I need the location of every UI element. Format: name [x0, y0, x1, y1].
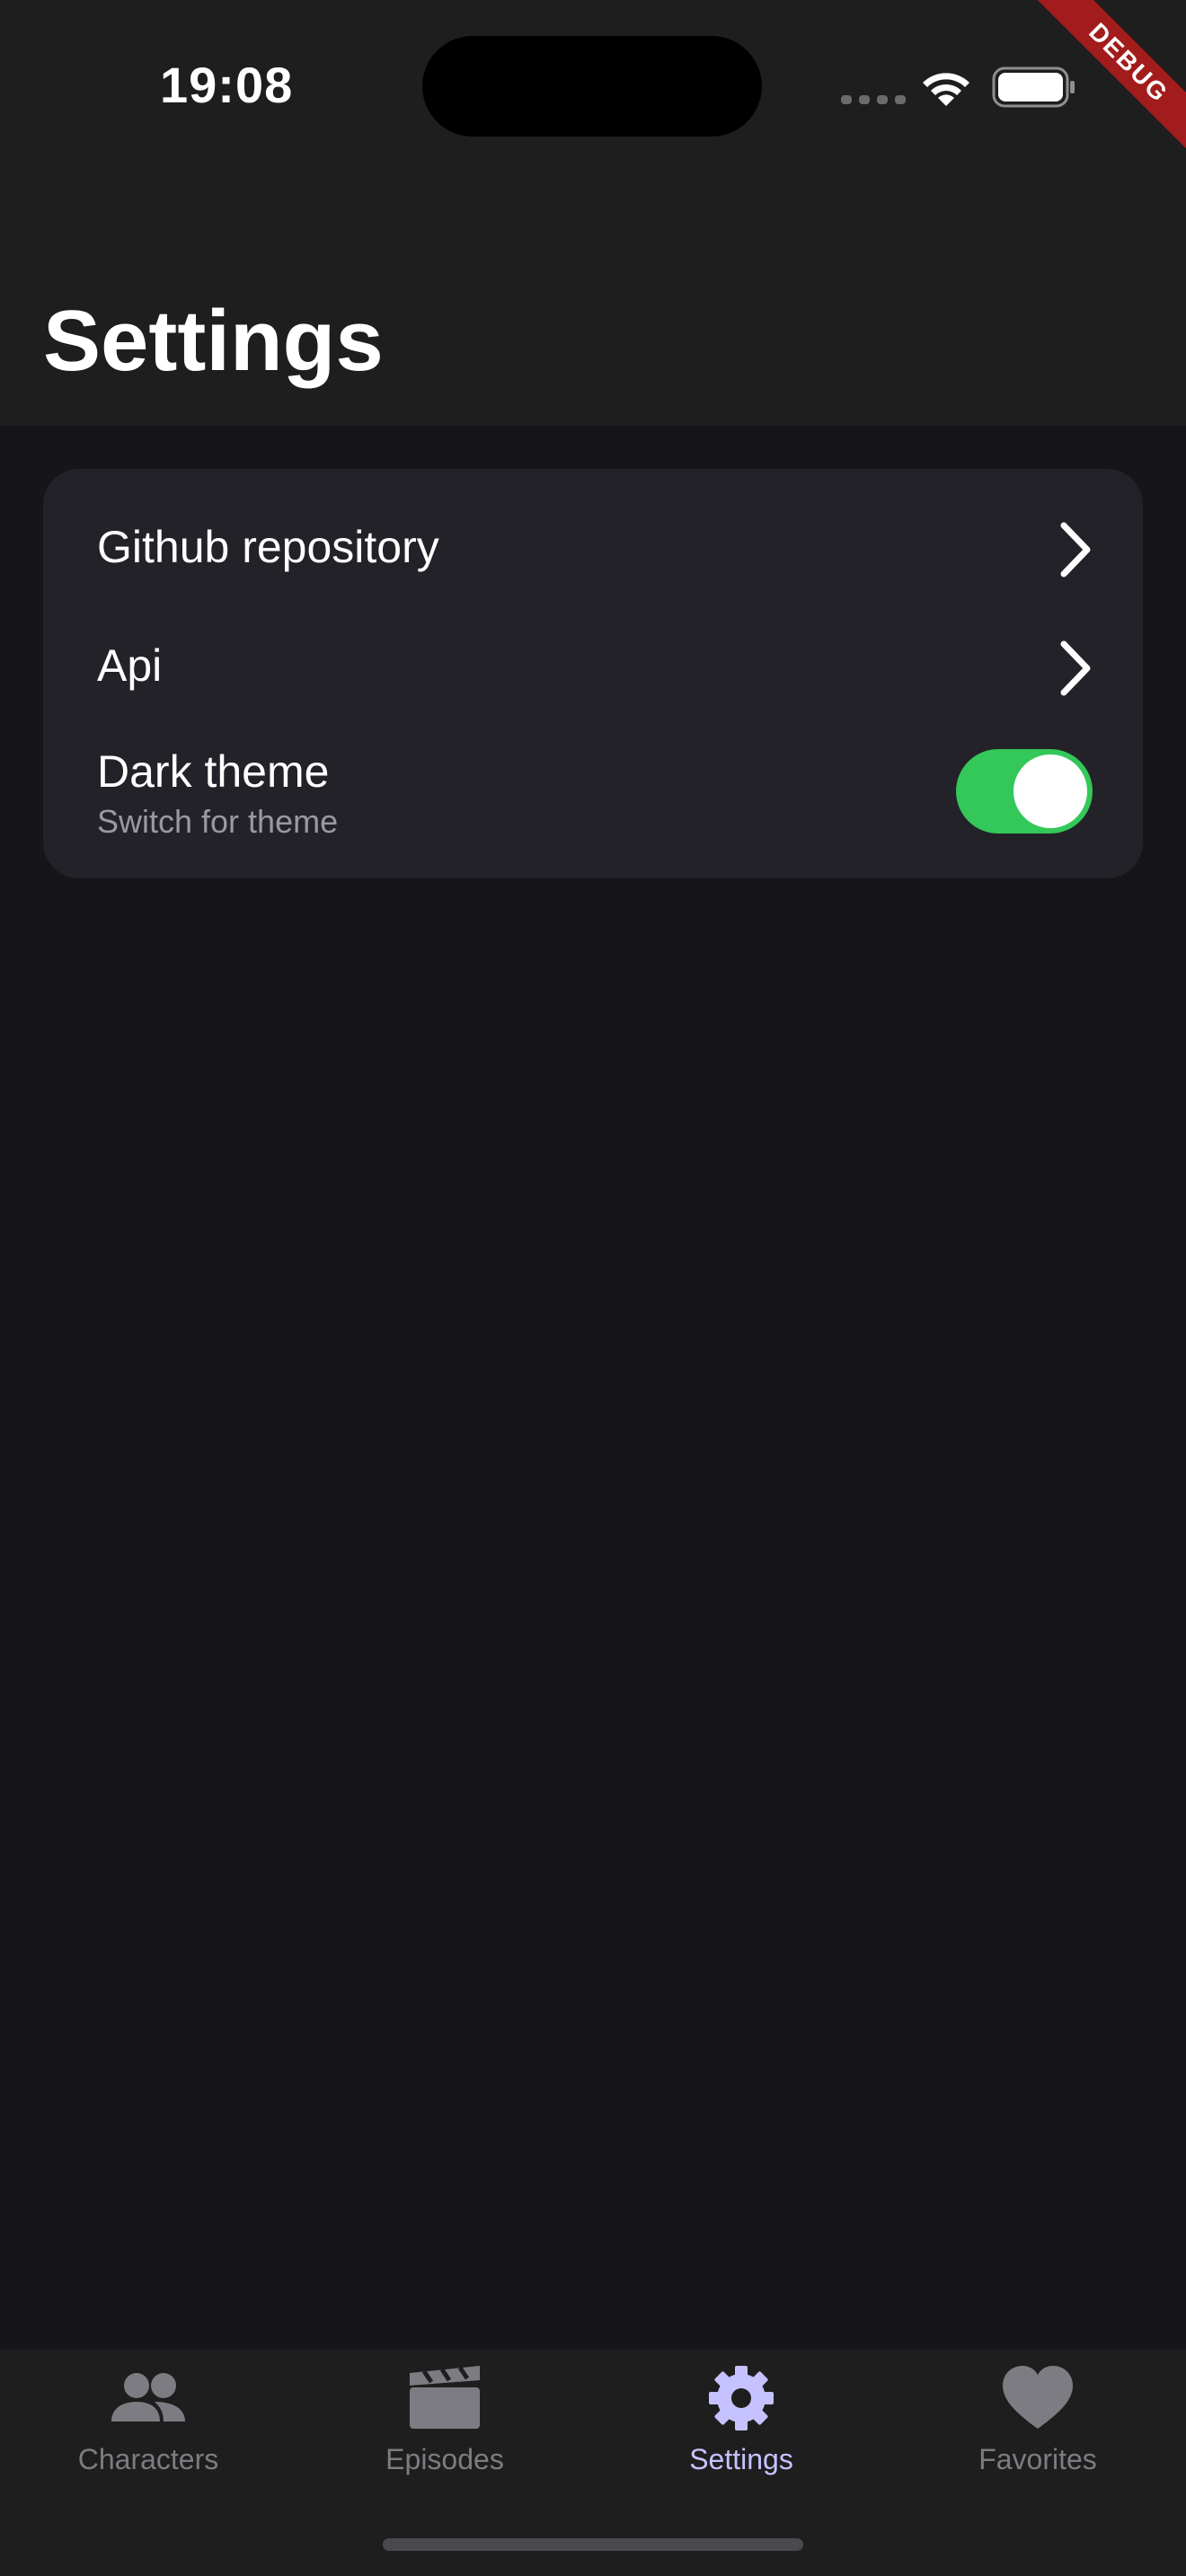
chevron-right-icon [1060, 640, 1091, 696]
settings-item-api[interactable]: Api [43, 623, 1143, 713]
page-title: Settings [43, 293, 384, 389]
nav-item-favorites[interactable]: Favorites [890, 2350, 1186, 2493]
clapperboard-icon [410, 2366, 480, 2429]
settings-item-subtitle: Switch for theme [97, 803, 339, 840]
heart-icon [1003, 2366, 1073, 2429]
home-indicator[interactable] [383, 2538, 803, 2551]
settings-item-label: Api [97, 640, 163, 691]
settings-item-label: Dark theme [97, 746, 330, 797]
gear-icon [709, 2366, 774, 2430]
status-time: 19:08 [160, 57, 294, 113]
settings-screen: 19:08 DEBUG Settings Github repository A… [0, 0, 1186, 2576]
nav-item-settings[interactable]: Settings [593, 2350, 890, 2493]
nav-label: Favorites [978, 2443, 1097, 2475]
debug-banner-container: DEBUG [1006, 0, 1186, 180]
settings-item-github-repository[interactable]: Github repository [43, 505, 1143, 595]
nav-item-episodes[interactable]: Episodes [296, 2350, 593, 2493]
cellular-signal-icon [841, 95, 906, 104]
people-icon [111, 2373, 185, 2422]
app-bar: Settings [0, 171, 1186, 426]
nav-label: Settings [689, 2443, 793, 2475]
settings-card: Github repository Api Dark theme Switch … [43, 469, 1143, 878]
wifi-icon [923, 73, 969, 106]
dynamic-island [422, 36, 762, 137]
toggle-knob [1013, 754, 1087, 828]
debug-banner: DEBUG [1019, 0, 1186, 172]
dark-theme-toggle[interactable] [956, 749, 1093, 834]
settings-item-label: Github repository [97, 522, 439, 572]
nav-item-characters[interactable]: Characters [0, 2350, 296, 2493]
chevron-right-icon [1060, 522, 1091, 578]
nav-label: Characters [77, 2443, 219, 2475]
nav-label: Episodes [385, 2443, 504, 2475]
